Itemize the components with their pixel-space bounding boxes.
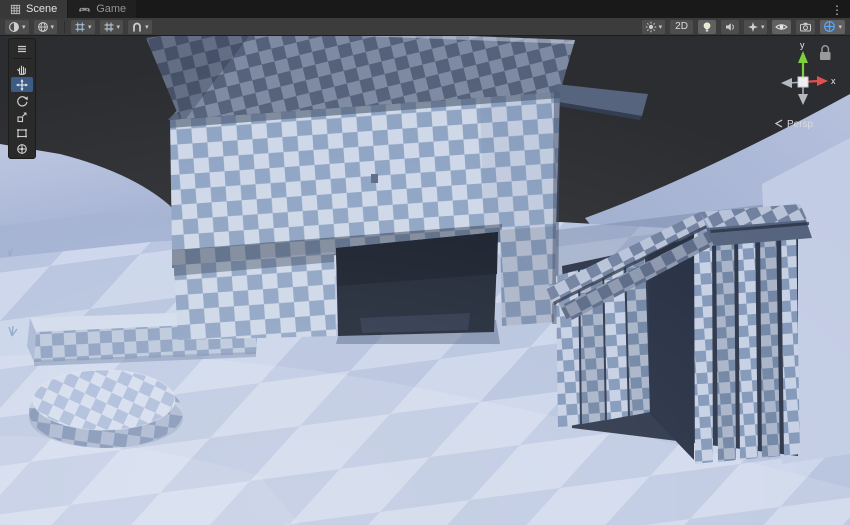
tab-game-label: Game xyxy=(96,3,126,15)
toolbar-separator xyxy=(64,21,65,33)
gamepad-icon xyxy=(78,4,91,15)
sparkle-effects-icon xyxy=(747,21,759,33)
2d-toggle-label: 2D xyxy=(673,22,690,32)
transform-tool-button[interactable] xyxy=(11,141,33,156)
gizmo-axis-y[interactable]: y xyxy=(798,40,808,82)
wire-globe-icon xyxy=(37,21,49,33)
visibility-toggle[interactable] xyxy=(772,20,791,34)
audio-toggle[interactable] xyxy=(721,20,739,34)
light-overlay xyxy=(0,36,850,525)
light-bulb-icon xyxy=(701,21,713,33)
shaded-sphere-icon xyxy=(8,21,20,33)
lighting-toggle[interactable] xyxy=(698,20,716,34)
grid-visibility-dropdown[interactable]: ▾ xyxy=(71,20,95,34)
scene-canvas[interactable] xyxy=(0,36,850,525)
svg-text:y: y xyxy=(800,40,805,50)
scene-grid-icon xyxy=(10,4,21,15)
scene-viewport[interactable]: y x Persp xyxy=(0,36,850,525)
orientation-gizmo-icon xyxy=(823,20,836,33)
dropdown-caret: ▾ xyxy=(88,24,92,31)
hand-icon xyxy=(16,63,28,75)
move-icon xyxy=(16,79,28,91)
dropdown-caret: ▾ xyxy=(22,24,26,31)
move-tool-button[interactable] xyxy=(11,77,33,92)
transform-icon xyxy=(16,143,28,155)
gizmos-orientation-dropdown[interactable]: ▾ xyxy=(820,20,845,34)
dropdown-caret: ▾ xyxy=(145,24,149,31)
gizmo-center-cube[interactable] xyxy=(798,77,808,87)
tab-scene[interactable]: Scene xyxy=(0,0,67,18)
dropdown-caret: ▾ xyxy=(117,24,121,31)
dropdown-caret: ▾ xyxy=(659,24,663,31)
rotate-icon xyxy=(16,95,28,107)
tab-scene-label: Scene xyxy=(26,3,57,15)
rotate-tool-button[interactable] xyxy=(11,93,33,108)
effects-dropdown[interactable]: ▾ xyxy=(744,20,768,34)
scale-icon xyxy=(16,111,28,123)
toolstrip-separator xyxy=(13,58,31,59)
overlay-menu-button[interactable] xyxy=(11,41,33,56)
svg-text:x: x xyxy=(831,76,836,86)
scene-view-toolbar: ▾ ▾ ▾ ▾ xyxy=(0,18,850,36)
tab-options-kebab-icon[interactable]: ⋮ xyxy=(824,0,850,18)
shading-globe-dropdown[interactable]: ▾ xyxy=(34,20,58,34)
rect-icon xyxy=(16,127,28,139)
snap-grid-dropdown[interactable]: ▾ xyxy=(100,20,124,34)
hand-tool-button[interactable] xyxy=(11,61,33,76)
tab-game[interactable]: Game xyxy=(68,0,136,18)
snap-magnet-dropdown[interactable]: ▾ xyxy=(128,20,152,34)
grid-icon xyxy=(74,21,86,33)
speaker-icon xyxy=(724,21,736,33)
camera-button[interactable] xyxy=(796,20,815,34)
draw-mode-dropdown[interactable]: ▾ xyxy=(5,20,29,34)
hamburger-icon xyxy=(16,43,28,55)
camera-icon xyxy=(799,21,812,33)
orientation-gizmo: y x Persp xyxy=(760,38,846,142)
sun-icon xyxy=(645,21,657,33)
unity-editor-window: Scene Game ⋮ ▾ ▾ xyxy=(0,0,850,525)
dropdown-caret: ▾ xyxy=(838,24,842,31)
gizmo-projection-toggle[interactable]: Persp xyxy=(776,119,814,130)
scale-tool-button[interactable] xyxy=(11,109,33,124)
scene-lighting-effects-dropdown[interactable]: ▾ xyxy=(642,20,666,34)
eye-icon xyxy=(775,21,788,33)
tools-overlay xyxy=(8,38,36,159)
magnet-icon xyxy=(131,21,143,33)
rect-tool-button[interactable] xyxy=(11,125,33,140)
view-tabbar: Scene Game ⋮ xyxy=(0,0,850,18)
2d-toggle[interactable]: 2D xyxy=(670,20,693,34)
snap-grid-icon xyxy=(103,21,115,33)
dropdown-caret: ▾ xyxy=(51,24,55,31)
svg-text:Persp: Persp xyxy=(787,119,814,130)
dropdown-caret: ▾ xyxy=(761,24,765,31)
gizmo-lock-icon[interactable] xyxy=(820,46,831,60)
